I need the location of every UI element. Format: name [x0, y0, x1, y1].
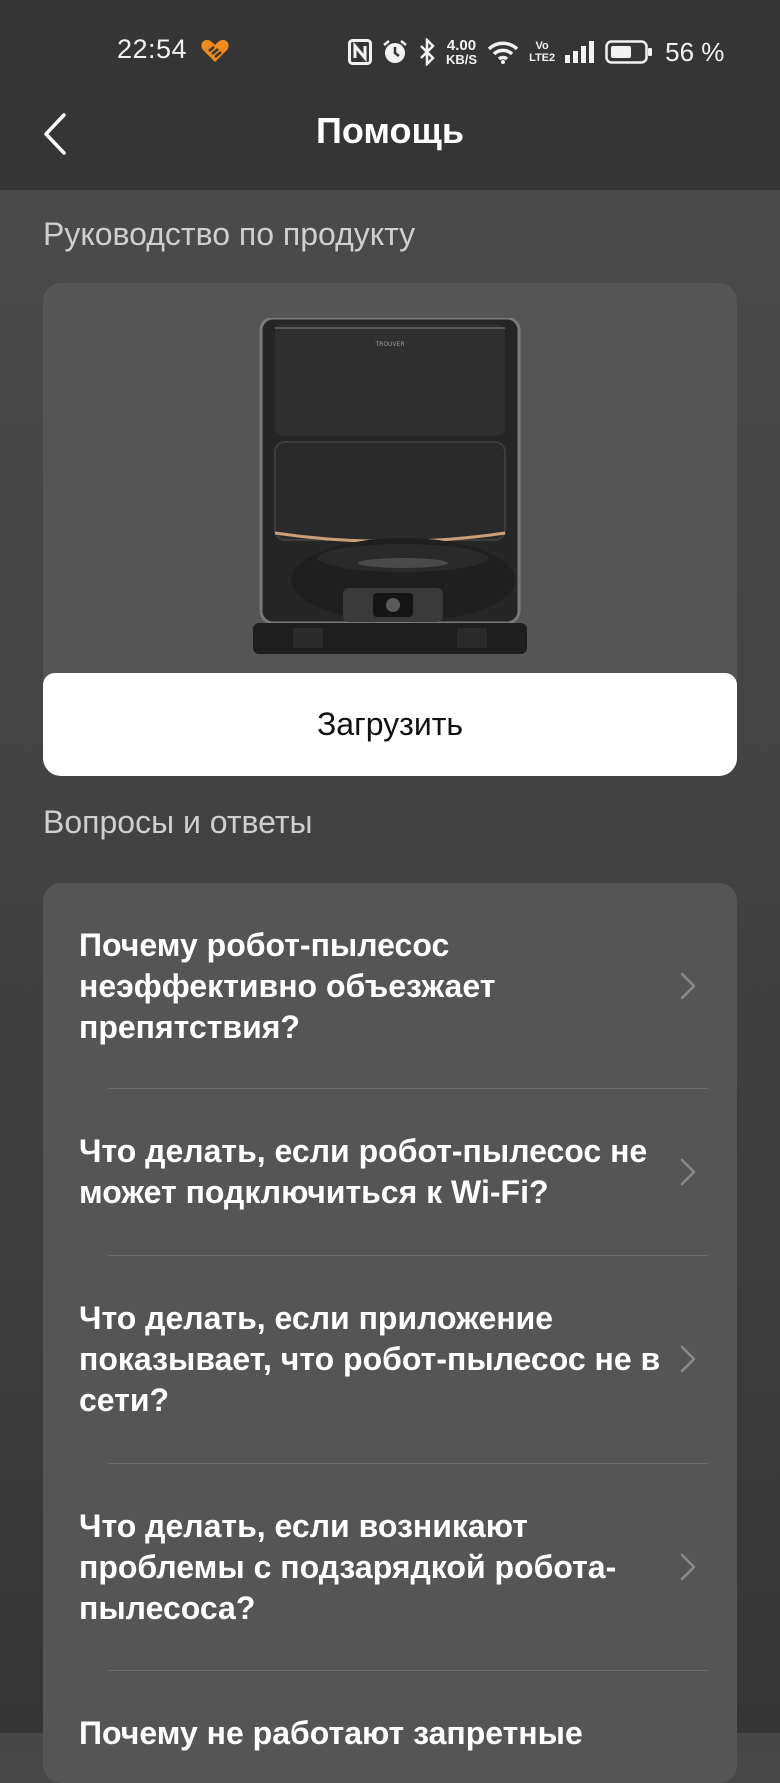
status-time: 22:54	[117, 34, 188, 64]
faq-section-heading: Вопросы и ответы	[43, 804, 313, 840]
faq-item[interactable]: Почему робот-пылесос неэффективно объезж…	[43, 883, 737, 1089]
app-heart-icon	[201, 39, 229, 62]
battery-icon	[605, 40, 653, 64]
network-speed-value: 4.00	[446, 37, 477, 54]
network-speed-unit: KB/S	[446, 52, 478, 67]
chevron-right-icon	[680, 1553, 696, 1581]
manual-section-heading: Руководство по продукту	[43, 216, 416, 252]
faq-question: Почему не работают запретные	[79, 1715, 583, 1751]
faq-item[interactable]: Что делать, если возникают проблемы с по…	[43, 1464, 737, 1670]
faq-question: Что делать, если возникают проблемы с по…	[79, 1508, 617, 1626]
nfc-icon	[348, 39, 372, 65]
status-bar: 22:54 4.00 KB/S Vo LTE2 56 %	[0, 0, 780, 104]
faq-card: Почему робот-пылесос неэффективно объезж…	[43, 883, 737, 1783]
top-bar: 22:54 4.00 KB/S Vo LTE2 56 % Помощь	[0, 0, 780, 190]
chevron-right-icon	[680, 972, 696, 1000]
network-speed: 4.00 KB/S	[446, 38, 477, 66]
chevron-right-icon	[680, 1345, 696, 1373]
faq-item[interactable]: Что делать, если приложение показывает, …	[43, 1256, 737, 1462]
faq-question: Почему робот-пылесос неэффективно объезж…	[79, 927, 496, 1045]
signal-icon	[565, 41, 595, 63]
product-brand: TROUVER	[374, 341, 404, 348]
download-button[interactable]: Загрузить	[43, 673, 737, 776]
faq-question: Что делать, если приложение показывает, …	[79, 1300, 661, 1418]
faq-item[interactable]: Что делать, если робот-пылесос не может …	[43, 1089, 737, 1255]
product-manual-card: TROUVER Загрузить	[43, 283, 737, 776]
download-button-label: Загрузить	[316, 706, 464, 742]
alarm-icon	[382, 39, 408, 65]
product-image: TROUVER	[253, 318, 527, 654]
page-title: Помощь	[315, 110, 465, 151]
faq-question: Что делать, если робот-пылесос не может …	[79, 1133, 648, 1210]
chevron-right-icon	[680, 1158, 696, 1186]
volte-bottom: LTE2	[529, 52, 556, 64]
bluetooth-icon	[418, 38, 436, 66]
status-icons: 4.00 KB/S Vo LTE2 56 %	[348, 34, 724, 70]
wifi-icon	[487, 40, 519, 64]
volte-icon: Vo LTE2	[529, 40, 555, 64]
faq-item[interactable]: Почему не работают запретные	[43, 1671, 737, 1783]
battery-percent: 56 %	[665, 36, 725, 67]
volte-top: Vo	[535, 40, 549, 52]
